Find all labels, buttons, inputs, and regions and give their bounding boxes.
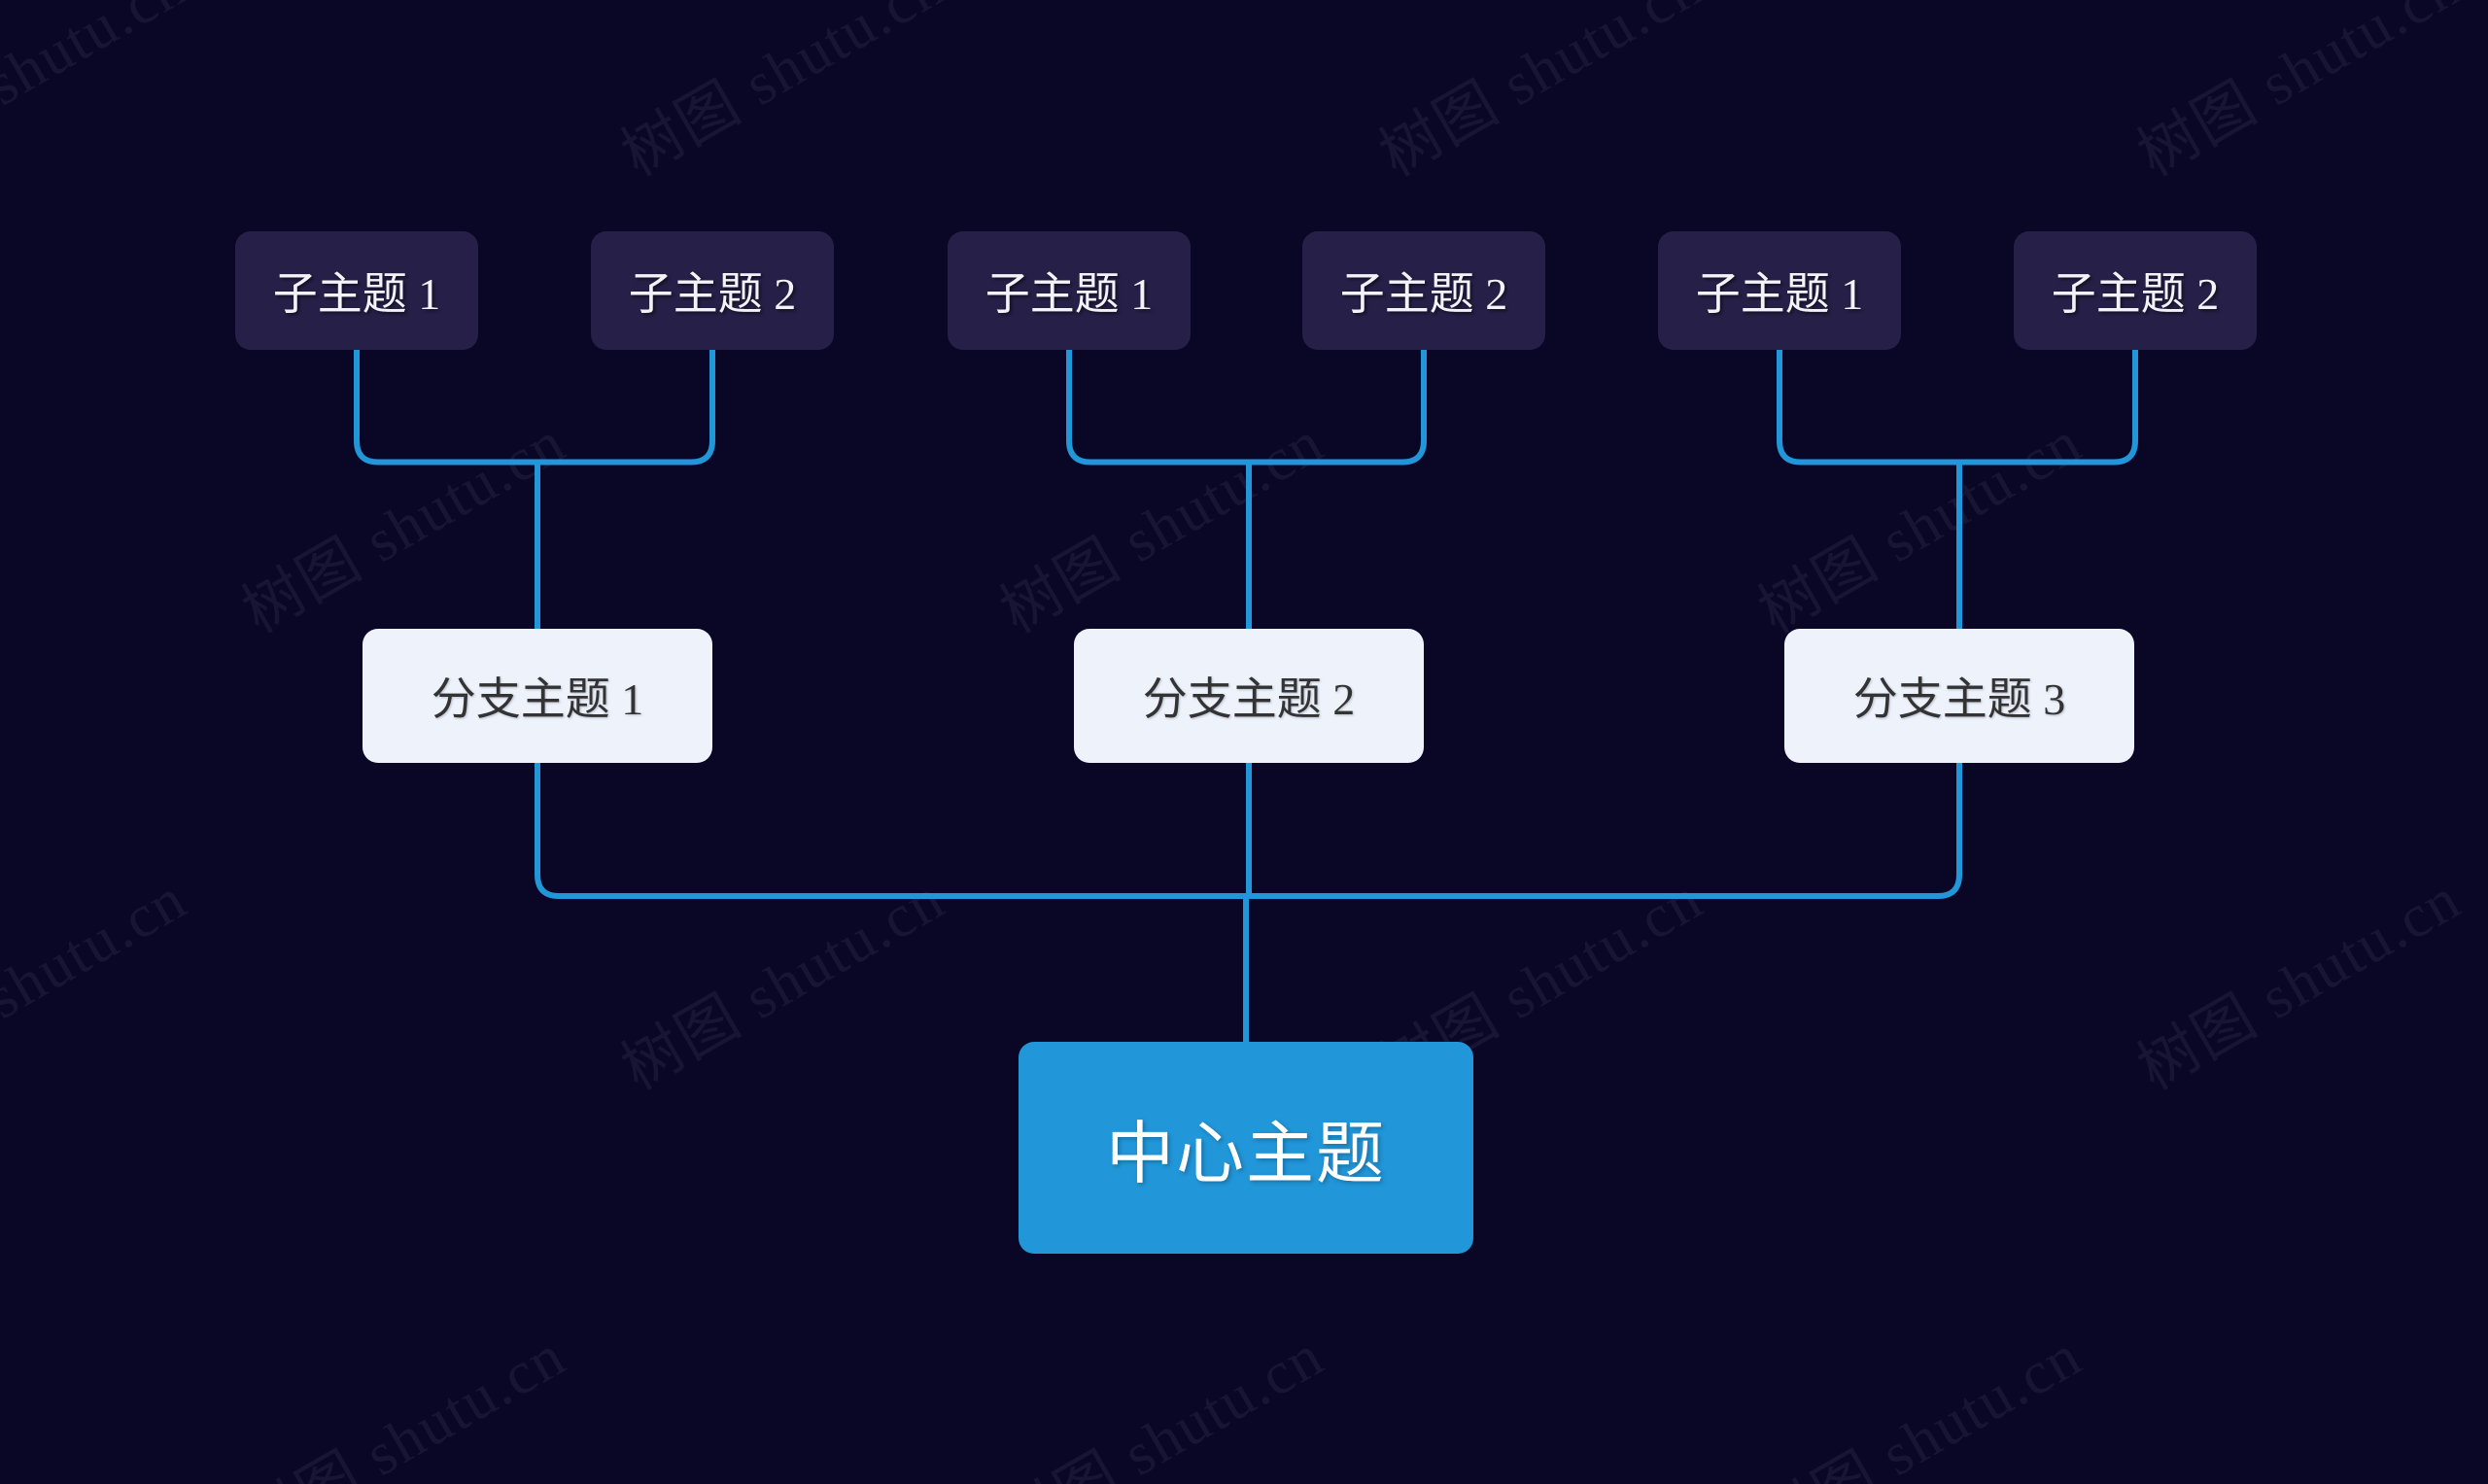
watermark-text: 树图 shutu.cn xyxy=(0,865,198,1103)
watermark-text: 树图 shutu.cn xyxy=(990,1322,1335,1484)
watermark-text: 树图 shutu.cn xyxy=(2127,865,2472,1103)
branch-topic-3-label: 分支主题 3 xyxy=(1852,674,2066,724)
sub-topic-1-2-label: 子主题 2 xyxy=(628,269,797,319)
watermark-text: 树图 shutu.cn xyxy=(611,0,956,190)
sub-topic-3-2-label: 子主题 2 xyxy=(2051,269,2220,319)
connector-trunk-bar xyxy=(535,763,1962,899)
center-topic-label: 中心主题 xyxy=(1106,1115,1386,1191)
center-topic[interactable]: 中心主题 xyxy=(1019,1042,1473,1254)
branch-topic-1-label: 分支主题 1 xyxy=(431,674,644,724)
sub-topic-2-2-label: 子主题 2 xyxy=(1339,269,1508,319)
watermark-text: 树图 shutu.cn xyxy=(1369,0,1714,190)
branch-topic-1[interactable]: 分支主题 1 xyxy=(363,629,712,763)
watermark-text: 树图 shutu.cn xyxy=(0,0,198,189)
connector-subbar-3 xyxy=(1777,350,2138,466)
connector-subbar-1 xyxy=(354,350,715,466)
connector-subbar-2 xyxy=(1066,350,1427,466)
sub-topic-3-2[interactable]: 子主题 2 xyxy=(2014,231,2257,350)
mindmap-canvas: 树图 shutu.cn树图 shutu.cn树图 shutu.cn树图 shut… xyxy=(0,0,2488,1484)
sub-topic-2-2[interactable]: 子主题 2 xyxy=(1302,231,1545,350)
branch-topic-2-label: 分支主题 2 xyxy=(1142,674,1356,724)
sub-topic-1-1-label: 子主题 1 xyxy=(272,269,441,319)
watermark-text: 树图 shutu.cn xyxy=(1748,408,2093,646)
branch-topic-3[interactable]: 分支主题 3 xyxy=(1784,629,2134,763)
watermark-text: 树图 shutu.cn xyxy=(611,865,956,1103)
sub-topic-2-1-label: 子主题 1 xyxy=(985,269,1154,319)
watermark-text: 树图 shutu.cn xyxy=(990,408,1335,646)
sub-topic-1-1[interactable]: 子主题 1 xyxy=(235,231,478,350)
watermark-text: 树图 shutu.cn xyxy=(232,408,577,646)
branch-topic-2[interactable]: 分支主题 2 xyxy=(1074,629,1424,763)
sub-topic-3-1-label: 子主题 1 xyxy=(1695,269,1864,319)
watermark-text: 树图 shutu.cn xyxy=(2127,0,2472,190)
sub-topic-1-2[interactable]: 子主题 2 xyxy=(591,231,834,350)
sub-topic-2-1[interactable]: 子主题 1 xyxy=(948,231,1191,350)
watermark-text: 树图 shutu.cn xyxy=(1748,1322,2093,1484)
watermark-text: 树图 shutu.cn xyxy=(232,1322,577,1484)
sub-topic-3-1[interactable]: 子主题 1 xyxy=(1658,231,1901,350)
